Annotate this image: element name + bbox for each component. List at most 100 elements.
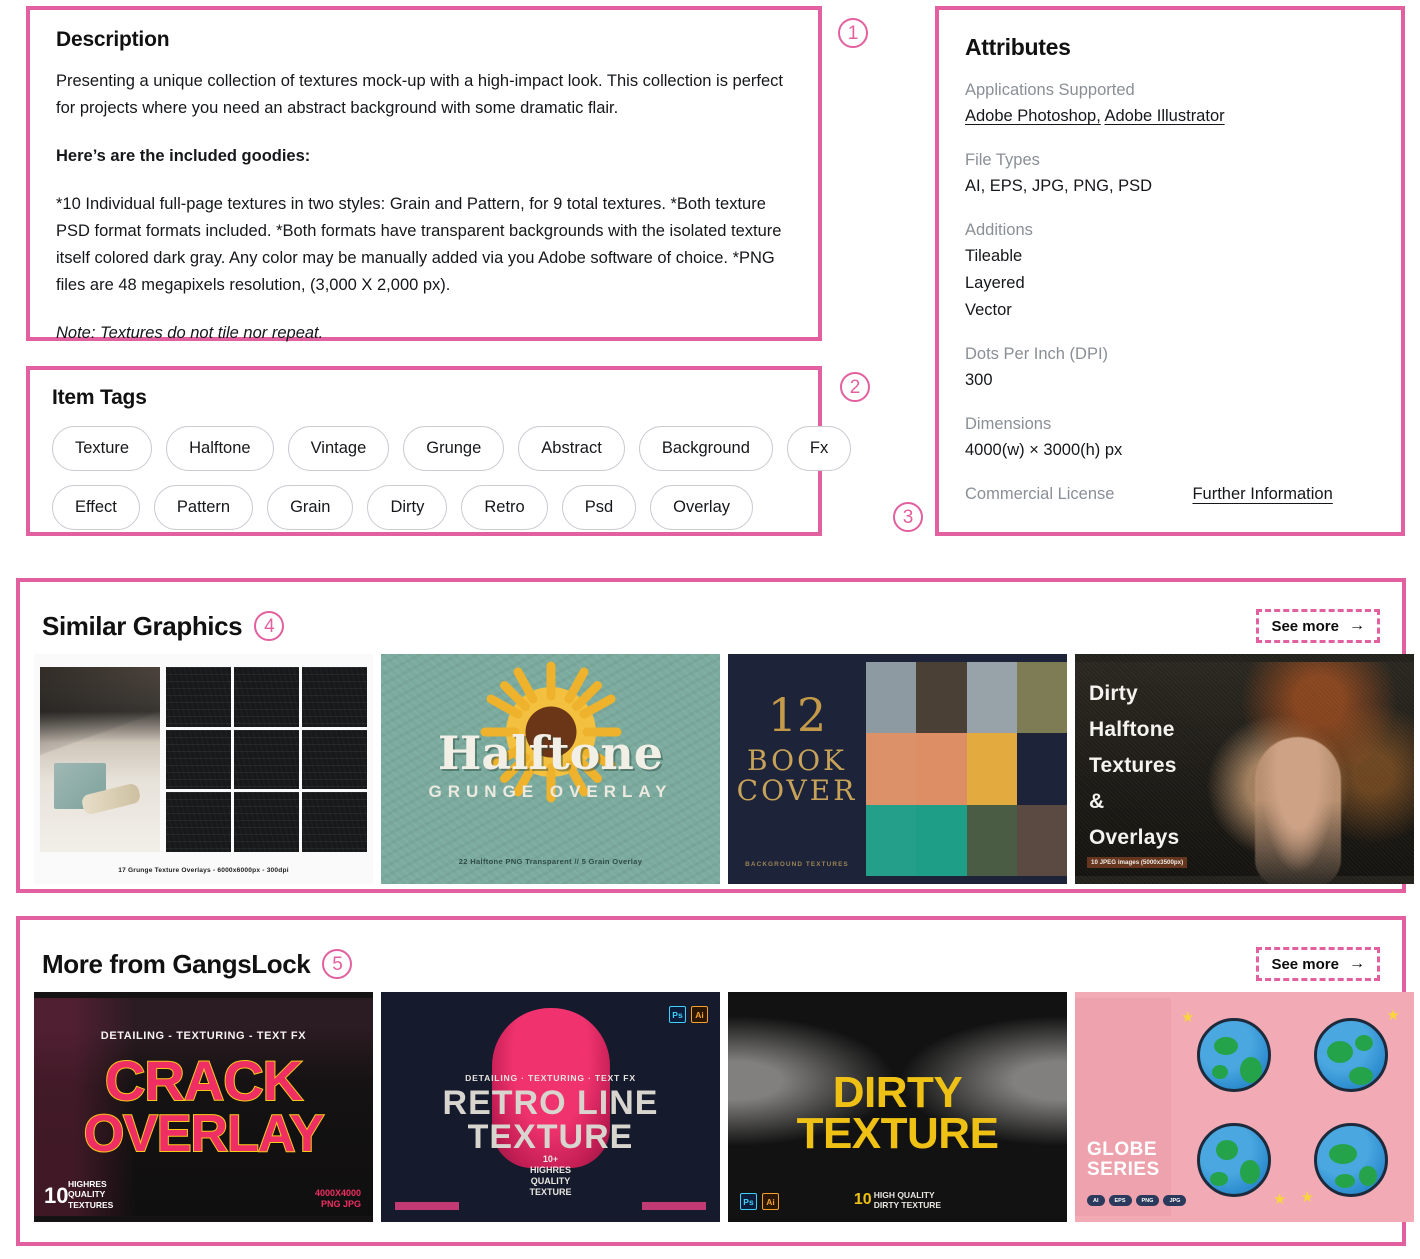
thumb-title-line2: OVERLAY	[83, 1104, 326, 1164]
dimensions-label: Dimensions	[965, 415, 1052, 433]
badge-jpg: JPG	[1163, 1195, 1187, 1206]
tag-psd[interactable]: Psd	[561, 485, 637, 530]
thumb-title-line1: GLOBE	[1087, 1139, 1158, 1160]
tag-overlay[interactable]: Overlay	[650, 485, 754, 530]
attribute-dimensions: Dimensions 4000(w) × 3000(h) px	[965, 411, 1375, 464]
more-thumb-retro-line-texture[interactable]: Ps Ai DETAILING · TEXTURING · TEXT FX RE…	[381, 992, 720, 1222]
thumb-art: Halftone GRUNGE OVERLAY 22 Halftone PNG …	[381, 654, 720, 884]
annotation-marker-4: 4	[254, 611, 285, 641]
tag-dirty[interactable]: Dirty	[367, 485, 448, 530]
more-from-header: More from GangsLock 5 See more →	[20, 920, 1402, 992]
dpi-label: Dots Per Inch (DPI)	[965, 345, 1109, 363]
badge-png: PNG	[1135, 1195, 1160, 1206]
thumb-art: DETAILING - TEXTURING - TEXT FX CRACK OV…	[34, 992, 373, 1222]
illustrator-icon: Ai	[691, 1006, 708, 1023]
more-thumb-dirty-texture[interactable]: DIRTY TEXTURE Ps Ai 10 HIGH QUALITY DIRTY…	[728, 992, 1067, 1222]
thumb-number: 12	[767, 688, 827, 742]
product-detail-page: Description Presenting a unique collecti…	[0, 0, 1420, 1259]
arrow-right-icon: →	[1349, 617, 1365, 634]
annotation-marker-5: 5	[322, 949, 353, 979]
attributes-panel: Attributes Applications Supported Adobe …	[935, 6, 1405, 536]
thumb-badge-text: HIGHRES QUALITY TEXTURES	[68, 1178, 114, 1210]
similar-graphics-header: Similar Graphics 4 See more →	[20, 582, 1402, 654]
thumb-photo	[40, 667, 160, 852]
thumb-art: 17 Grunge Texture Overlays - 6000x6000px…	[34, 654, 373, 884]
attributes-heading: Attributes	[965, 34, 1071, 60]
more-from-see-more-button[interactable]: See more →	[1256, 947, 1380, 981]
similar-see-more-button[interactable]: See more →	[1256, 609, 1380, 643]
tag-grunge[interactable]: Grunge	[403, 426, 505, 471]
tag-texture[interactable]: Texture	[52, 426, 153, 471]
addition-tileable: Tileable	[965, 247, 1023, 265]
tag-vintage[interactable]: Vintage	[287, 426, 390, 471]
similar-graphics-thumbnails: 17 Grunge Texture Overlays - 6000x6000px…	[20, 654, 1414, 884]
tag-row-1: Texture Halftone Vintage Grunge Abstract…	[52, 426, 852, 471]
description-panel: Description Presenting a unique collecti…	[26, 6, 822, 342]
similar-see-more-label: See more	[1271, 617, 1339, 635]
more-from-title: More from GangsLock	[42, 948, 311, 979]
similar-thumb-grunge-texture-overlays[interactable]: 17 Grunge Texture Overlays - 6000x6000px…	[34, 654, 373, 884]
attribute-dpi: Dots Per Inch (DPI) 300	[965, 341, 1375, 394]
tag-halftone[interactable]: Halftone	[166, 426, 274, 471]
tag-background[interactable]: Background	[638, 426, 773, 471]
attribute-license: Commercial License Further Information	[965, 481, 1375, 507]
link-adobe-photoshop[interactable]: Adobe Photoshop,	[965, 107, 1101, 125]
similar-thumb-halftone-grunge-overlay[interactable]: Halftone GRUNGE OVERLAY 22 Halftone PNG …	[381, 654, 720, 884]
thumb-title: BOOK COVER	[728, 746, 866, 806]
more-from-title-group: More from GangsLock 5	[42, 948, 353, 980]
similar-graphics-section: Similar Graphics 4 See more → 17 Grunge …	[16, 578, 1414, 893]
more-thumb-crack-overlay[interactable]: DETAILING - TEXTURING - TEXT FX CRACK OV…	[34, 992, 373, 1222]
thumb-format-badges: AI EPS PNG JPG	[1087, 1195, 1187, 1206]
item-tags-heading: Item Tags	[52, 386, 147, 409]
description-paragraph-3: *10 Individual full-page textures in two…	[56, 195, 782, 294]
thumb-badge-number: 10	[44, 1183, 69, 1208]
thumb-title-line1: BOOK	[747, 744, 847, 777]
similar-thumb-book-cover-textures[interactable]: 12 BOOK COVER BACKGROUND TEXTURES	[728, 654, 1067, 884]
more-from-author-section: More from GangsLock 5 See more → DETAILI…	[16, 916, 1414, 1246]
similar-graphics-title-group: Similar Graphics 4	[42, 610, 285, 642]
similar-graphics-title: Similar Graphics	[42, 610, 243, 641]
applications-label: Applications Supported	[965, 81, 1135, 99]
license-label: Commercial License	[965, 485, 1115, 503]
thumb-title-line2: SERIES	[1087, 1159, 1160, 1180]
additions-label: Additions	[965, 221, 1033, 239]
tag-effect[interactable]: Effect	[52, 485, 140, 530]
thumb-caption: BACKGROUND TEXTURES	[745, 861, 849, 868]
tag-row-2: Effect Pattern Grain Dirty Retro Psd Ove…	[52, 485, 796, 530]
annotation-marker-2: 2	[840, 372, 870, 402]
link-adobe-illustrator[interactable]: Adobe Illustrator	[1104, 107, 1224, 125]
attribute-additions: Additions Tileable Layered Vector	[965, 217, 1375, 324]
thumb-title: GLOBE SERIES	[1087, 1140, 1160, 1180]
more-thumb-globe-series[interactable]: ★ ★ ★ ★ GLOBE SERIES AI EPS PNG JPG	[1075, 992, 1414, 1222]
tag-abstract[interactable]: Abstract	[518, 426, 625, 471]
thumb-art: Dirty Halftone Textures & Overlays 10 JP…	[1075, 654, 1414, 884]
thumb-caption: 10 JPEG images (5000x3500px)	[1087, 857, 1188, 868]
annotation-marker-3: 3	[893, 502, 923, 532]
tag-retro[interactable]: Retro	[461, 485, 548, 530]
thumb-art: DIRTY TEXTURE Ps Ai 10 HIGH QUALITY DIRTY…	[728, 992, 1067, 1222]
photoshop-icon: Ps	[669, 1006, 686, 1023]
further-information-link[interactable]: Further Information	[1192, 485, 1332, 504]
tag-grain[interactable]: Grain	[267, 485, 354, 530]
thumb-art: ★ ★ ★ ★ GLOBE SERIES AI EPS PNG JPG	[1075, 992, 1414, 1222]
attribute-file-types: File Types AI, EPS, JPG, PNG, PSD	[965, 147, 1375, 200]
thumb-title-line2: TEXTURE	[467, 1118, 634, 1156]
similar-thumb-dirty-halftone-textures[interactable]: Dirty Halftone Textures & Overlays 10 JP…	[1075, 654, 1414, 884]
thumb-title-line2: TEXTURE	[796, 1109, 999, 1158]
thumb-art: Ps Ai DETAILING · TEXTURING · TEXT FX RE…	[381, 992, 720, 1222]
thumb-grid	[166, 667, 367, 852]
description-note: Note: Textures do not tile nor repeat.	[56, 324, 324, 342]
thumb-kicker: DETAILING · TEXTURING · TEXT FX	[465, 1073, 636, 1083]
thumb-caption: HIGH QUALITY DIRTY TEXTURE	[873, 1190, 942, 1210]
tag-pattern[interactable]: Pattern	[153, 485, 254, 530]
file-types-value: AI, EPS, JPG, PNG, PSD	[965, 177, 1153, 195]
thumb-caption-group: 10 HIGH QUALITY DIRTY TEXTURE	[728, 1190, 1067, 1210]
description-paragraph-2: Here’s are the included goodies:	[56, 147, 311, 165]
tag-fx[interactable]: Fx	[786, 426, 852, 471]
thumb-subtitle: GRUNGE OVERLAY	[428, 782, 673, 801]
thumb-caption: 22 Halftone PNG Transparent // 5 Grain O…	[458, 857, 643, 866]
description-paragraph-1: Presenting a unique collection of textur…	[56, 72, 783, 117]
thumb-globe-grid: ★ ★ ★ ★	[1181, 1007, 1400, 1208]
thumb-title-line2: COVER	[736, 774, 858, 807]
dimensions-value: 4000(w) × 3000(h) px	[965, 441, 1123, 459]
